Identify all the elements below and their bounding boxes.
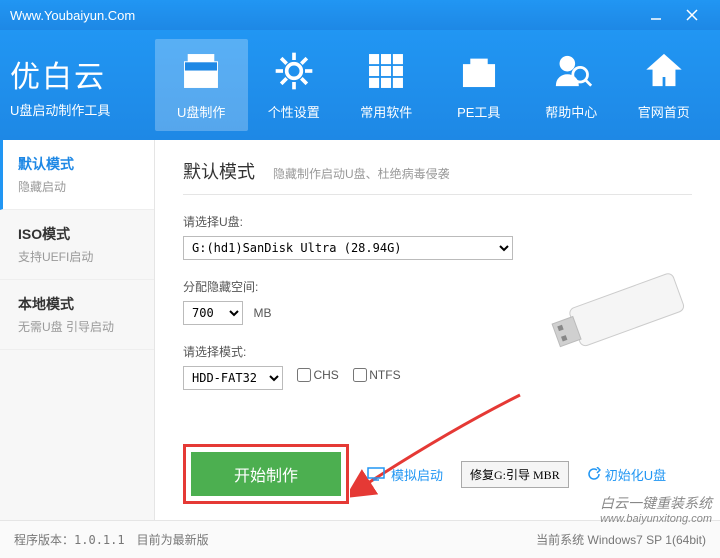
nav-help[interactable]: 帮助中心 — [525, 39, 618, 131]
monitor-icon — [367, 467, 385, 481]
disk-label: 请选择U盘: — [183, 213, 692, 230]
space-select[interactable]: 700 — [183, 301, 243, 325]
sidebar-item-sub: 隐藏启动 — [18, 178, 136, 195]
sidebar-item-default[interactable]: 默认模式 隐藏启动 — [0, 140, 154, 210]
nav-label: 常用软件 — [360, 102, 412, 121]
refresh-icon — [587, 467, 601, 481]
sidebar-item-sub: 无需U盘 引导启动 — [18, 318, 136, 335]
nav-label: 官网首页 — [638, 102, 690, 121]
mode-select[interactable]: HDD-FAT32 — [183, 366, 283, 390]
toolbox-icon — [457, 49, 501, 96]
system-info: 当前系统 Windows7 SP 1(64bit) — [536, 531, 706, 548]
page-title: 默认模式 — [183, 158, 255, 184]
init-usb-link[interactable]: 初始化U盘 — [587, 465, 666, 484]
repair-mbr-button[interactable]: 修复G:引导 MBR — [461, 461, 569, 488]
sidebar-item-sub: 支持UEFI启动 — [18, 248, 136, 265]
page-desc: 隐藏制作启动U盘、杜绝病毒侵袭 — [273, 165, 450, 182]
primary-highlight: 开始制作 — [183, 444, 349, 504]
nav-label: 个性设置 — [268, 102, 320, 121]
nav-usb-create[interactable]: U盘制作 — [155, 39, 248, 131]
chs-checkbox[interactable]: CHS — [297, 368, 338, 382]
nav-bar: U盘制作 个性设置 常用软件 PE工具 帮助中心 官网首页 — [155, 39, 710, 131]
nav-label: 帮助中心 — [545, 102, 597, 121]
logo-title: 优白云 — [10, 52, 155, 96]
ntfs-checkbox[interactable]: NTFS — [353, 368, 400, 382]
minimize-button[interactable] — [638, 3, 674, 27]
title-url: Www.Youbaiyun.Com — [10, 8, 638, 23]
disk-select[interactable]: G:(hd1)SanDisk Ultra (28.94G) — [183, 236, 513, 260]
version-value: 1.0.1.1 — [74, 533, 125, 547]
sidebar-item-local[interactable]: 本地模式 无需U盘 引导启动 — [0, 280, 154, 350]
close-button[interactable] — [674, 3, 710, 27]
logo: 优白云 U盘启动制作工具 — [10, 52, 155, 119]
logo-subtitle: U盘启动制作工具 — [10, 100, 155, 119]
header: 优白云 U盘启动制作工具 U盘制作 个性设置 常用软件 PE工具 帮助中心 官网… — [0, 30, 720, 140]
update-status: 目前为最新版 — [137, 531, 209, 548]
gear-icon — [272, 49, 316, 96]
grid-icon — [364, 49, 408, 96]
home-icon — [642, 49, 686, 96]
usb-icon — [179, 49, 223, 96]
titlebar: Www.Youbaiyun.Com — [0, 0, 720, 30]
simulate-boot-link[interactable]: 模拟启动 — [367, 465, 443, 484]
sidebar-item-iso[interactable]: ISO模式 支持UEFI启动 — [0, 210, 154, 280]
usb-illustration — [550, 250, 700, 360]
sidebar-item-label: 本地模式 — [18, 294, 136, 314]
sidebar-item-label: 默认模式 — [18, 154, 136, 174]
nav-label: PE工具 — [457, 102, 500, 121]
action-bar: 开始制作 模拟启动 修复G:引导 MBR 初始化U盘 — [183, 444, 700, 504]
main-panel: 默认模式 隐藏制作启动U盘、杜绝病毒侵袭 请选择U盘: G:(hd1)SanDi… — [155, 140, 720, 520]
nav-homepage[interactable]: 官网首页 — [618, 39, 711, 131]
version-label: 程序版本： — [14, 531, 74, 548]
sidebar-item-label: ISO模式 — [18, 224, 136, 244]
nav-pe-tools[interactable]: PE工具 — [433, 39, 526, 131]
nav-software[interactable]: 常用软件 — [340, 39, 433, 131]
start-create-button[interactable]: 开始制作 — [191, 452, 341, 496]
statusbar: 程序版本： 1.0.1.1 目前为最新版 当前系统 Windows7 SP 1(… — [0, 520, 720, 558]
space-unit: MB — [253, 306, 271, 320]
sidebar: 默认模式 隐藏启动 ISO模式 支持UEFI启动 本地模式 无需U盘 引导启动 — [0, 140, 155, 520]
nav-settings[interactable]: 个性设置 — [248, 39, 341, 131]
nav-label: U盘制作 — [177, 102, 225, 121]
help-icon — [549, 49, 593, 96]
